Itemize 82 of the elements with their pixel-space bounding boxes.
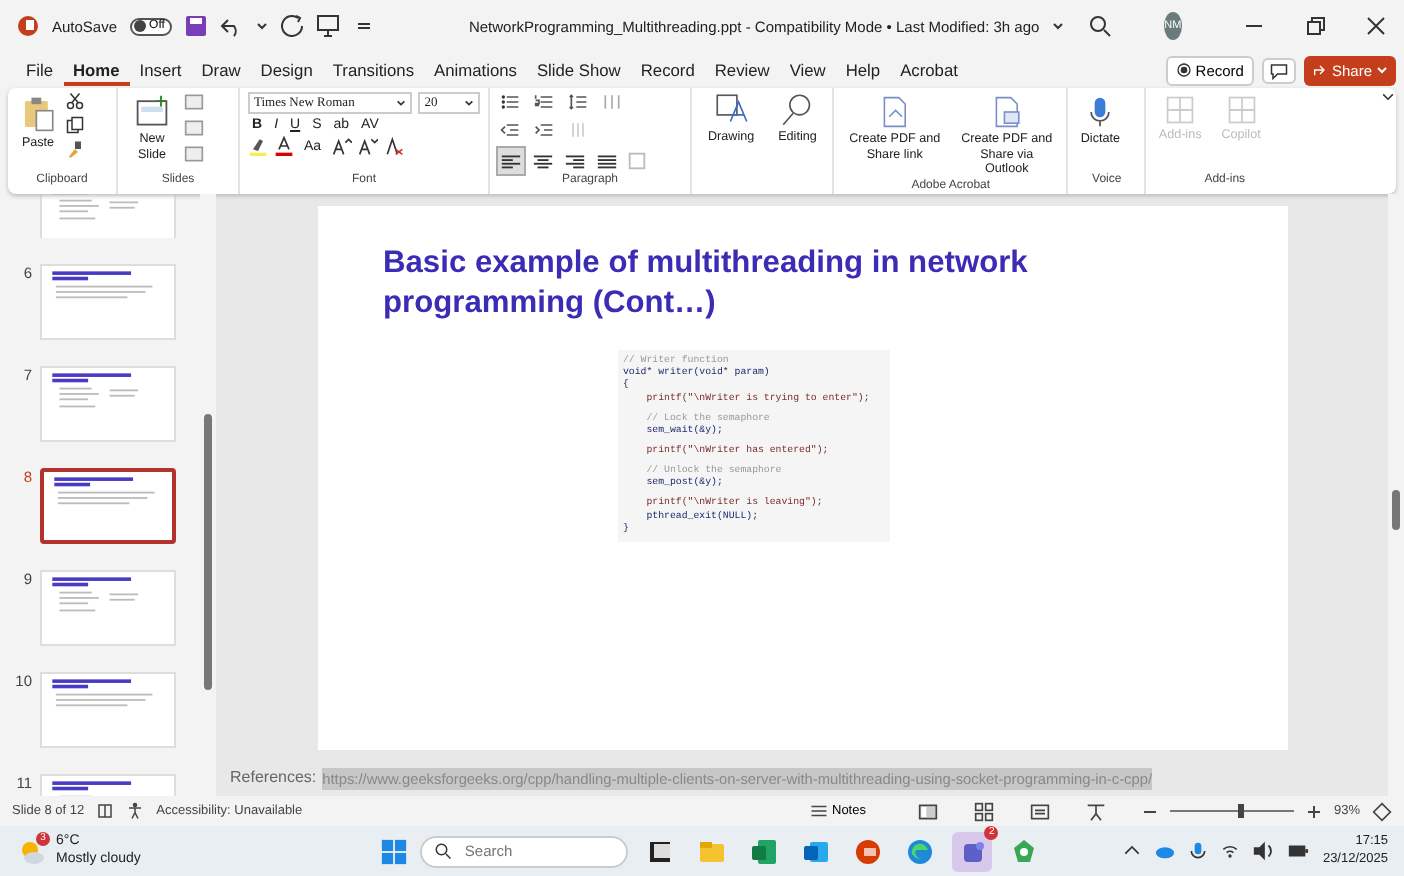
speaker-icon[interactable]: [1252, 840, 1275, 862]
presenter-icon[interactable]: [1085, 801, 1106, 821]
slide-sorter-icon[interactable]: [973, 801, 994, 821]
search-icon: [434, 842, 453, 860]
ribbon-tab[interactable]: Help: [835, 54, 891, 86]
zoom-in-icon[interactable]: [1305, 801, 1322, 821]
chat-app-icon: [958, 837, 987, 865]
fit-slide-icon[interactable]: [1372, 801, 1392, 821]
highlighter-icon[interactable]: [248, 136, 268, 156]
battery-icon[interactable]: [1286, 840, 1311, 862]
spellcheck-icon[interactable]: [96, 802, 115, 820]
pdf-link-icon: [878, 94, 911, 130]
ribbon-tab[interactable]: File: [16, 54, 63, 86]
ribbon-tab[interactable]: Transitions: [322, 54, 425, 86]
brush-icon[interactable]: [66, 140, 84, 158]
notes-icon: [810, 802, 828, 820]
normal-view-icon[interactable]: [917, 801, 938, 821]
collapse-ribbon-icon[interactable]: [1380, 88, 1396, 104]
decrease-indent-icon[interactable]: [498, 120, 522, 140]
start-icon[interactable]: [380, 837, 409, 865]
new-slide-icon: [134, 94, 170, 130]
copy-icon[interactable]: [66, 116, 84, 134]
presenter-icon[interactable]: [316, 14, 341, 38]
slide-thumbnail[interactable]: [40, 468, 176, 544]
accessibility-icon[interactable]: [126, 802, 145, 820]
folder-icon: [698, 837, 727, 865]
browser-icon: [906, 837, 935, 865]
window-icon: [646, 837, 675, 865]
app-logo-icon[interactable]: [16, 14, 40, 38]
weather-icon[interactable]: [16, 837, 44, 865]
ribbon-tab[interactable]: View: [779, 54, 836, 86]
pdf-mail-icon: [990, 94, 1023, 130]
comment-button[interactable]: [1261, 57, 1296, 83]
align-right-icon: [564, 150, 586, 172]
numbering-icon[interactable]: [532, 92, 556, 112]
ribbon-tab[interactable]: Slide Show: [526, 54, 631, 86]
increase-indent-icon[interactable]: [532, 120, 556, 140]
ribbon-tab[interactable]: Acrobat: [890, 54, 968, 86]
font-color-icon[interactable]: [274, 136, 294, 156]
clear-format-icon[interactable]: [383, 136, 404, 156]
shrink-font-icon[interactable]: [357, 136, 378, 156]
caret-icon: [1376, 64, 1388, 76]
caret-icon: [464, 98, 474, 108]
ribbon-tab[interactable]: Review: [704, 54, 780, 86]
references-label: References:: [230, 768, 317, 790]
shapes-icon: [713, 92, 750, 128]
ribbon-tab[interactable]: Draw: [191, 54, 251, 86]
search-icon[interactable]: [1087, 14, 1112, 38]
slide-title: Basic example of multithreading in network programming (Cont…): [383, 244, 1030, 325]
reading-view-icon[interactable]: [1029, 801, 1050, 821]
caret-icon: [396, 98, 407, 108]
bullets-icon[interactable]: [498, 92, 522, 112]
redo-icon[interactable]: [280, 14, 305, 38]
save-icon[interactable]: [184, 14, 209, 38]
circle-app-icon: [854, 837, 883, 865]
align-left-icon: [500, 150, 522, 172]
close-icon[interactable]: [1364, 14, 1388, 38]
share-icon: [1311, 62, 1328, 78]
align-left-button[interactable]: [498, 148, 524, 174]
align-justify-icon: [596, 150, 618, 172]
line-spacing-icon[interactable]: [566, 92, 590, 112]
caret-icon[interactable]: [1051, 20, 1064, 32]
microphone-icon[interactable]: [1188, 840, 1209, 862]
spreadsheet-icon: [750, 837, 779, 865]
wifi-icon[interactable]: [1220, 840, 1241, 862]
comment-icon: [1269, 61, 1288, 79]
align-center-icon: [532, 150, 554, 172]
panel-icon: [1225, 94, 1258, 126]
grow-font-icon[interactable]: [331, 136, 352, 156]
ribbon-tab[interactable]: Animations: [424, 54, 527, 86]
cut-icon[interactable]: [66, 92, 84, 110]
ribbon-tab[interactable]: Record: [630, 54, 705, 86]
grid-icon: [1164, 94, 1197, 126]
caret-icon[interactable]: [256, 20, 269, 32]
magnifier-icon: [779, 92, 816, 128]
ribbon-tab[interactable]: Insert: [129, 54, 192, 86]
record-icon: [1175, 62, 1192, 78]
clipboard-icon: [20, 94, 56, 134]
ribbon-tab[interactable]: Design: [250, 54, 323, 86]
mail-icon: [802, 837, 831, 865]
restore-icon[interactable]: [1303, 14, 1328, 38]
recycle-icon: [1010, 837, 1039, 865]
